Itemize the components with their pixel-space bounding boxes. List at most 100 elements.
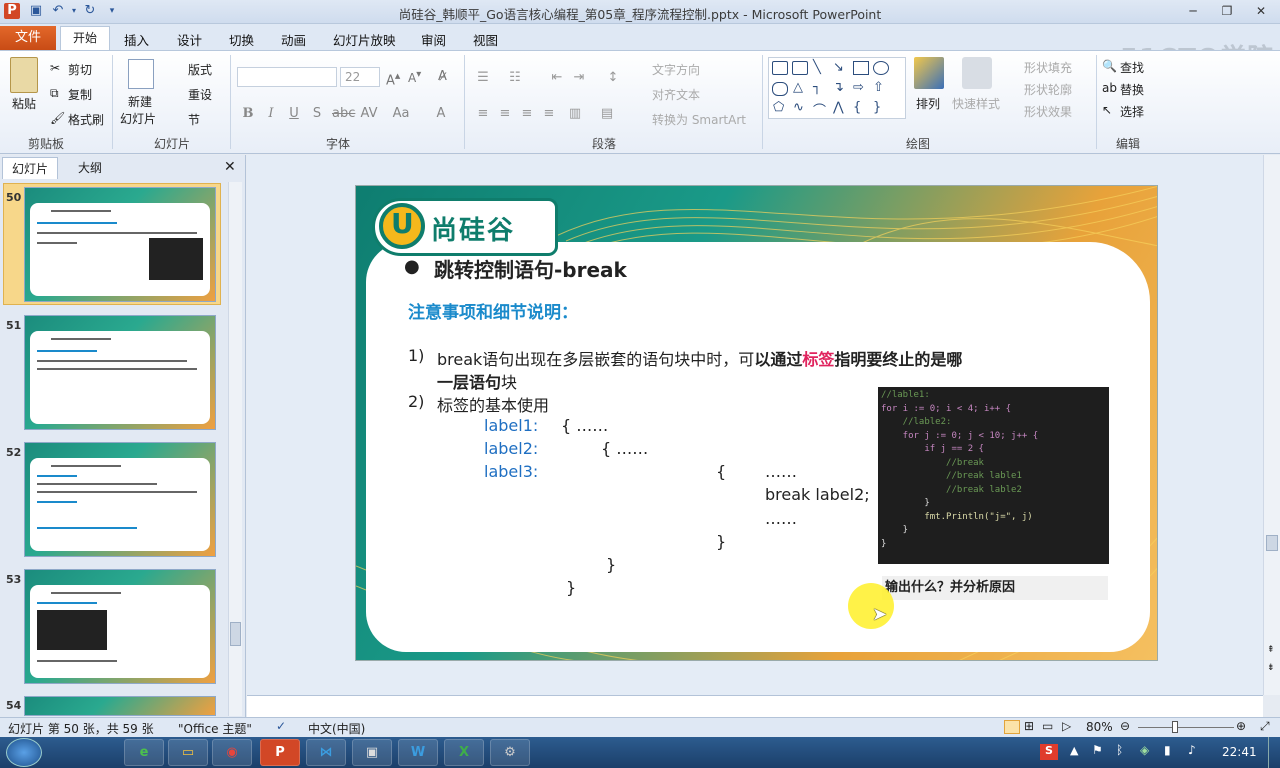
slide-thumbnail[interactable] — [24, 569, 216, 684]
cut-icon[interactable]: ✂ — [50, 61, 60, 75]
word-icon[interactable]: W — [398, 739, 438, 766]
reset-button[interactable]: 重设 — [188, 86, 212, 103]
rectangle-shape-icon[interactable] — [853, 61, 869, 75]
tray-expand-icon[interactable]: ▲ — [1070, 744, 1078, 757]
network-icon[interactable]: ▮ — [1164, 743, 1171, 757]
font-family-select[interactable] — [237, 67, 337, 87]
show-desktop-button[interactable] — [1268, 737, 1280, 768]
paste-icon[interactable] — [10, 57, 38, 93]
quick-styles-button[interactable]: 快速样式 — [952, 95, 1000, 112]
slide-thumbnail[interactable] — [24, 187, 216, 302]
align-center-icon[interactable]: ≡ — [496, 105, 514, 123]
shadow-icon[interactable]: S — [308, 105, 326, 123]
slide-thumbnail[interactable] — [24, 315, 216, 430]
tab-view[interactable]: 视图 — [473, 30, 498, 49]
bold-icon[interactable]: B — [239, 105, 257, 123]
section-button[interactable]: 节 — [188, 111, 200, 128]
grow-font-icon[interactable]: A▴ — [386, 69, 400, 88]
zoom-level[interactable]: 80% — [1086, 720, 1113, 734]
close-button[interactable]: ✕ — [1248, 2, 1274, 20]
align-right-icon[interactable]: ≡ — [518, 105, 536, 123]
tool-icon[interactable]: ⚙ — [490, 739, 530, 766]
quick-styles-icon[interactable] — [962, 57, 992, 89]
right-arrow-shape-icon[interactable]: ⇨ — [853, 80, 864, 95]
change-case-icon[interactable]: Aa — [392, 105, 410, 123]
scrollbar-thumb[interactable] — [1266, 535, 1278, 551]
excel-icon[interactable]: X — [444, 739, 484, 766]
tab-design[interactable]: 设计 — [177, 30, 202, 49]
arrange-button[interactable]: 排列 — [916, 95, 940, 112]
justify-icon[interactable]: ≡ — [540, 105, 558, 123]
font-color-icon[interactable]: A — [432, 105, 450, 123]
line-spacing-icon[interactable]: ↕ — [604, 69, 622, 87]
vscode-icon[interactable]: ⋈ — [306, 739, 346, 766]
up-arrow-shape-icon[interactable]: ⇧ — [873, 80, 884, 95]
thumbnails-scrollbar[interactable] — [228, 182, 242, 716]
clock[interactable]: 22:41 — [1222, 745, 1257, 759]
shape-fill-button[interactable]: 形状填充 — [1024, 59, 1072, 76]
replace-button[interactable]: 替换 — [1120, 81, 1144, 98]
tab-animations[interactable]: 动画 — [281, 30, 306, 49]
explorer-icon[interactable]: ▭ — [168, 739, 208, 766]
minimize-button[interactable]: ─ — [1180, 2, 1206, 20]
clear-format-icon[interactable]: A̷ — [438, 69, 447, 84]
italic-icon[interactable]: I — [262, 105, 280, 123]
action-center-icon[interactable]: ⚑ — [1092, 743, 1103, 757]
text-direction-button[interactable]: 文字方向 — [652, 61, 700, 78]
find-button[interactable]: 查找 — [1120, 59, 1144, 76]
volume-icon[interactable]: ♪ — [1188, 743, 1196, 757]
distribute-icon[interactable]: ▥ — [566, 105, 584, 123]
align-text-button[interactable]: 对齐文本 — [652, 86, 700, 103]
format-painter-button[interactable]: 格式刷 — [68, 111, 104, 128]
cmd-icon[interactable]: ▣ — [352, 739, 392, 766]
theme-name[interactable]: "Office 主题" — [178, 720, 252, 737]
decrease-indent-icon[interactable]: ⇤ — [548, 69, 566, 87]
zoom-out-icon[interactable]: ⊖ — [1120, 719, 1130, 733]
cut-button[interactable]: 剪切 — [68, 61, 92, 78]
select-icon[interactable]: ↖ — [1102, 103, 1112, 117]
shrink-font-icon[interactable]: A▾ — [408, 69, 421, 85]
tab-home[interactable]: 开始 — [60, 26, 110, 51]
shape-outline-button[interactable]: 形状轮廓 — [1024, 81, 1072, 98]
bullets-icon[interactable]: ☰ — [474, 69, 492, 87]
font-size-select[interactable]: 22 — [340, 67, 380, 87]
oval-shape-icon[interactable] — [873, 61, 889, 75]
char-spacing-icon[interactable]: AV — [360, 105, 378, 123]
elbow-arrow-icon[interactable]: ↴ — [833, 80, 844, 95]
fit-slide-icon[interactable]: ⤢ — [1260, 719, 1270, 734]
arc-shape-icon[interactable]: ⌒ — [813, 100, 826, 119]
security-icon[interactable]: ◈ — [1140, 743, 1149, 757]
new-slide-label-2[interactable]: 幻灯片 — [120, 110, 156, 127]
format-painter-icon[interactable]: 🖌 — [50, 111, 65, 125]
tab-insert[interactable]: 插入 — [124, 30, 149, 49]
scrollbar-thumb[interactable] — [230, 622, 241, 646]
maximize-button[interactable]: ❐ — [1214, 2, 1240, 20]
powerpoint-taskbar-icon[interactable]: P — [260, 739, 300, 766]
arrange-icon[interactable] — [914, 57, 944, 89]
copy-button[interactable]: 复制 — [68, 86, 92, 103]
increase-indent-icon[interactable]: ⇥ — [570, 69, 588, 87]
tab-slideshow[interactable]: 幻灯片放映 — [333, 30, 396, 49]
shapes-gallery[interactable]: ╲ ↘ △ ┐ ↴ ⇨ ⇧ ⬠ ∿ ⌒ ⋀ { } — [768, 57, 906, 119]
layout-button[interactable]: 版式 — [188, 61, 212, 78]
vertical-textbox-shape-icon[interactable] — [792, 61, 808, 75]
select-button[interactable]: 选择 — [1120, 103, 1144, 120]
zoom-in-icon[interactable]: ⊕ — [1236, 719, 1246, 733]
textbox-shape-icon[interactable] — [772, 61, 788, 75]
elbow-connector-icon[interactable]: ┐ — [813, 80, 821, 95]
numbering-icon[interactable]: ☷ — [506, 69, 524, 87]
underline-icon[interactable]: U — [285, 105, 303, 123]
current-slide[interactable]: U 尚硅谷 ● 跳转控制语句-break 注意事项和细节说明： 1) break… — [355, 185, 1158, 661]
convert-smartart-button[interactable]: 转换为 SmartArt — [652, 111, 746, 128]
pentagon-shape-icon[interactable]: ⬠ — [773, 100, 784, 115]
tab-review[interactable]: 审阅 — [421, 30, 446, 49]
right-brace-shape-icon[interactable]: } — [873, 100, 881, 115]
slideshow-icon[interactable]: ▷ — [1062, 719, 1071, 733]
input-method-icon[interactable]: S — [1040, 744, 1058, 760]
normal-view-icon[interactable] — [1004, 720, 1020, 734]
arrow-shape-icon[interactable]: ↘ — [833, 60, 844, 75]
slide-scrollbar[interactable]: ⇞ ⇟ — [1263, 155, 1280, 695]
bluetooth-icon[interactable]: ᛒ — [1116, 743, 1123, 757]
new-slide-icon[interactable] — [128, 59, 154, 89]
columns-icon[interactable]: ▤ — [598, 105, 616, 123]
